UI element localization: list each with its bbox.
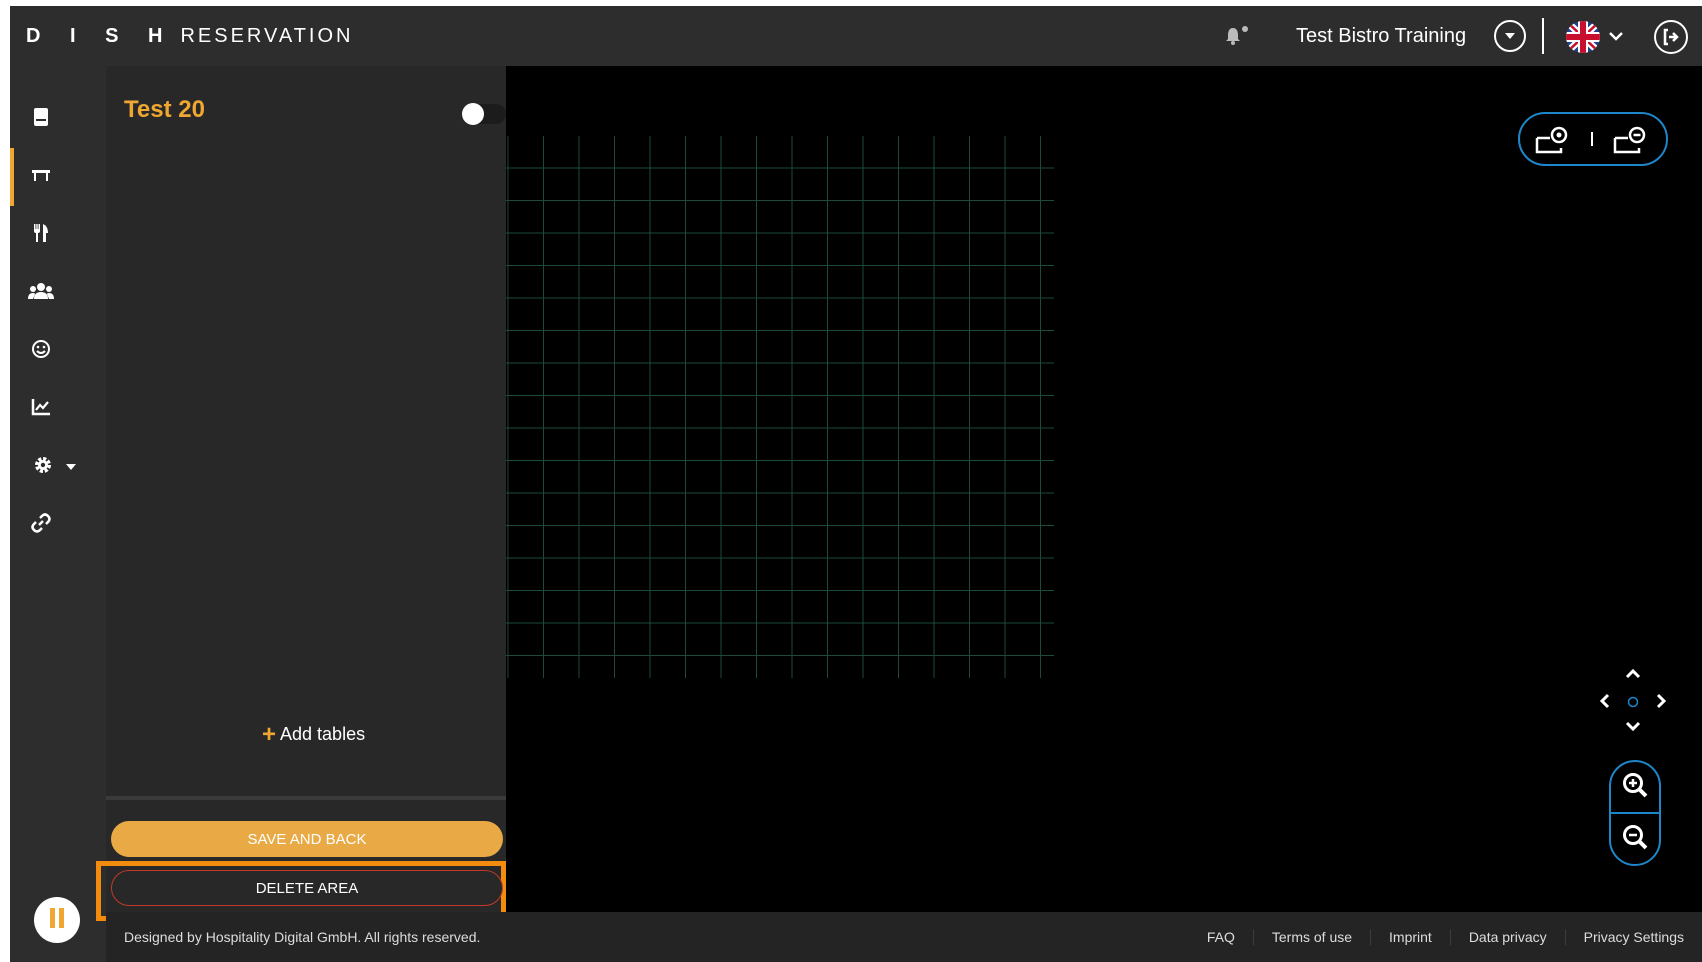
smiley-icon [31,339,51,364]
circle-icon[interactable] [1627,695,1639,713]
area-active-toggle[interactable] [462,103,506,125]
view-toggle [1518,112,1668,166]
footer: Designed by Hospitality Digital GmbH. Al… [106,912,1702,962]
chevron-down-icon[interactable] [1608,28,1624,44]
sidebar-item-tables[interactable] [10,148,72,206]
footer-link-privacy-settings[interactable]: Privacy Settings [1564,929,1702,945]
chart-icon [31,398,51,421]
sidebar [10,66,106,962]
restaurant-name[interactable]: Test Bistro Training [1296,6,1466,66]
area-title: Test 20 [124,96,205,123]
brand-dish: D I S H [26,24,175,47]
chevron-down-circle-icon[interactable] [1494,20,1526,52]
caret-down-icon [65,458,77,476]
brand-reservation: RESERVATION [180,24,354,47]
brand-logo: D I S H RESERVATION [26,6,353,66]
sidebar-item-guests[interactable] [10,264,72,322]
pan-controls [1598,666,1668,736]
book-icon [32,107,50,132]
app-window: D I S H RESERVATION Test Bistro Training [10,6,1702,962]
add-tables-label: Add tables [280,724,366,744]
uk-flag-icon[interactable] [1566,21,1600,53]
add-tables-button[interactable]: + Add tables [262,720,366,748]
copyright-text: Designed by Hospitality Digital GmbH. Al… [124,929,481,945]
delete-area-button[interactable]: DELETE AREA [111,870,503,906]
bell-icon[interactable] [1224,24,1250,48]
gear-icon [33,455,53,480]
link-icon [31,512,51,538]
toggle-knob [462,103,484,125]
header-divider [1542,18,1544,54]
logout-icon[interactable] [1654,20,1688,54]
zoom-in-icon [1621,771,1649,804]
area-editor-panel: Test 20 + Add tables SAVE AND BACK DELET… [96,66,506,962]
zoom-in-button[interactable] [1611,762,1659,812]
zoom-controls [1609,760,1661,866]
users-icon [28,282,54,305]
footer-link-imprint[interactable]: Imprint [1370,929,1450,945]
top-bar: D I S H RESERVATION Test Bistro Training [10,6,1702,66]
cutlery-icon [32,223,50,248]
footer-links: FAQ Terms of use Imprint Data privacy Pr… [1189,912,1702,962]
chevron-left-icon[interactable] [1598,693,1610,714]
pause-icon [48,907,66,934]
floor-plan-alt-icon[interactable] [1612,124,1648,161]
chevron-down-icon[interactable] [1625,720,1641,738]
footer-link-faq[interactable]: FAQ [1189,929,1253,945]
sidebar-item-links[interactable] [10,496,72,554]
footer-link-terms[interactable]: Terms of use [1252,929,1370,945]
sidebar-item-reports[interactable] [10,380,72,438]
save-and-back-button[interactable]: SAVE AND BACK [111,821,503,857]
view-toggle-divider [1591,132,1593,146]
floor-plan-canvas[interactable] [506,66,1702,912]
plus-icon: + [262,720,277,748]
sidebar-item-settings[interactable] [10,438,100,496]
sidebar-item-menu[interactable] [10,206,72,264]
sidebar-item-reservations[interactable] [10,90,72,148]
zoom-out-button[interactable] [1611,814,1659,864]
pause-button[interactable] [34,897,80,943]
chevron-right-icon[interactable] [1656,693,1668,714]
table-icon [31,168,51,187]
sidebar-item-feedback[interactable] [10,322,72,380]
chevron-up-icon[interactable] [1625,666,1641,684]
footer-link-data-privacy[interactable]: Data privacy [1449,929,1565,945]
panel-divider [106,796,506,800]
floor-grid [506,136,1054,678]
floor-plan-icon[interactable] [1534,124,1570,161]
zoom-out-icon [1621,823,1649,856]
